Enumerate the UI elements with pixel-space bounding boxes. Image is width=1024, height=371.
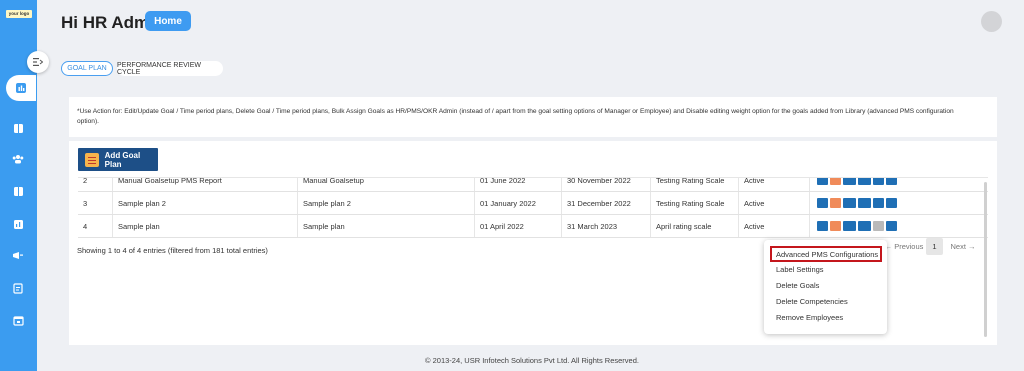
settings-icon[interactable]: [873, 198, 884, 208]
entries-info: Showing 1 to 4 of 4 entries (filtered fr…: [77, 246, 268, 255]
goal-plan-table: 2 Manual Goalsetup PMS Report Manual Goa…: [78, 177, 988, 238]
add-goal-plan-label: Add Goal Plan: [104, 150, 141, 169]
cell-plan: Sample plan 2: [113, 192, 298, 214]
table-row[interactable]: 4 Sample plan Sample plan 01 April 2022 …: [78, 215, 988, 238]
calendar-icon: [12, 315, 24, 326]
cell-rating-scale: April rating scale: [651, 215, 739, 237]
tab-goal-plan[interactable]: GOAL PLAN: [61, 61, 113, 76]
sidebar-item-calendar[interactable]: [11, 313, 25, 327]
cell-plan: Sample plan: [113, 215, 298, 237]
footer-copyright: © 2013-24, USR Infotech Solutions Pvt Lt…: [425, 356, 639, 365]
sidebar-item-announcements[interactable]: [11, 248, 25, 262]
cell-no: 4: [78, 215, 113, 237]
cell-start-date: 01 January 2022: [475, 192, 562, 214]
cell-description: Manual Goalsetup: [298, 178, 475, 191]
settings-icon[interactable]: [873, 178, 884, 185]
actions-dropdown-menu: Advanced PMS Configurations Label Settin…: [764, 240, 887, 334]
pagination: ← Previous 1 Next →: [882, 238, 983, 255]
megaphone-icon: [13, 251, 23, 259]
sidebar-item-docs[interactable]: [11, 184, 25, 198]
info-card: *Use Action for: Edit/Update Goal / Time…: [69, 97, 997, 137]
avatar[interactable]: [981, 11, 1002, 32]
assign-goals-icon[interactable]: [843, 198, 856, 208]
tab-performance-review-cycle[interactable]: PERFORMANCE REVIEW CYCLE: [117, 61, 223, 76]
cell-status: Active: [739, 178, 810, 191]
home-button[interactable]: Home: [145, 11, 191, 31]
assign-people-icon[interactable]: [858, 221, 871, 231]
report-icon: [13, 219, 23, 229]
add-goal-plan-button[interactable]: Add Goal Plan: [78, 148, 158, 171]
cell-start-date: 01 June 2022: [475, 178, 562, 191]
cell-actions: [810, 192, 988, 214]
edit-form-icon: [13, 282, 23, 294]
assign-people-icon[interactable]: [858, 178, 871, 185]
cell-plan: Manual Goalsetup PMS Report: [113, 178, 298, 191]
assign-goals-icon[interactable]: [843, 178, 856, 185]
cell-actions: [810, 215, 988, 237]
cell-description: Sample plan: [298, 215, 475, 237]
cell-no: 2: [78, 178, 113, 191]
document-icon: [13, 186, 23, 196]
cell-start-date: 01 April 2022: [475, 215, 562, 237]
users-icon: [12, 155, 24, 164]
next-page-button[interactable]: Next →: [943, 238, 983, 255]
table-scrollbar[interactable]: [984, 182, 987, 337]
sidebar-item-book[interactable]: [11, 121, 25, 135]
cell-status: Active: [739, 192, 810, 214]
table-row[interactable]: 2 Manual Goalsetup PMS Report Manual Goa…: [78, 178, 988, 192]
page-number-button[interactable]: 1: [926, 238, 943, 255]
info-note: *Use Action for: Edit/Update Goal / Time…: [77, 108, 954, 125]
assign-goals-icon[interactable]: [843, 221, 856, 231]
chart-icon: [16, 83, 26, 93]
report-doc-icon[interactable]: [886, 221, 897, 231]
menu-item-delete-goals[interactable]: Delete Goals: [776, 281, 819, 290]
edit-icon[interactable]: [817, 178, 828, 185]
company-logo: your logo: [6, 10, 32, 18]
menu-item-label-settings[interactable]: Label Settings: [776, 265, 824, 274]
cell-description: Sample plan 2: [298, 192, 475, 214]
report-doc-icon[interactable]: [886, 198, 897, 208]
cell-rating-scale: Testing Rating Scale: [651, 192, 739, 214]
edit-icon[interactable]: [817, 198, 828, 208]
delete-icon[interactable]: [830, 178, 841, 185]
table-row[interactable]: 3 Sample plan 2 Sample plan 2 01 January…: [78, 192, 988, 215]
menu-collapse-icon: [33, 58, 43, 66]
cell-rating-scale: Testing Rating Scale: [651, 178, 739, 191]
sidebar-item-forms[interactable]: [11, 281, 25, 295]
report-doc-icon[interactable]: [886, 178, 897, 185]
sidebar-toggle-button[interactable]: [27, 51, 49, 73]
cell-status: Active: [739, 215, 810, 237]
previous-page-button[interactable]: ← Previous: [882, 238, 926, 255]
sidebar-item-team[interactable]: [11, 152, 25, 166]
cell-end-date: 30 November 2022: [562, 178, 651, 191]
menu-item-advanced-pms-configurations[interactable]: Advanced PMS Configurations: [770, 246, 882, 262]
goal-list-icon: [85, 152, 99, 167]
cell-actions: [810, 178, 988, 191]
cell-end-date: 31 March 2023: [562, 215, 651, 237]
settings-icon[interactable]: [873, 221, 884, 231]
edit-icon[interactable]: [817, 221, 828, 231]
sidebar-item-performance[interactable]: [6, 75, 36, 101]
cell-end-date: 31 December 2022: [562, 192, 651, 214]
delete-icon[interactable]: [830, 221, 841, 231]
book-icon: [13, 123, 23, 133]
menu-item-remove-employees[interactable]: Remove Employees: [776, 313, 843, 322]
menu-item-delete-competencies[interactable]: Delete Competencies: [776, 297, 848, 306]
delete-icon[interactable]: [830, 198, 841, 208]
assign-people-icon[interactable]: [858, 198, 871, 208]
sidebar-item-reports[interactable]: [11, 217, 25, 231]
cell-no: 3: [78, 192, 113, 214]
